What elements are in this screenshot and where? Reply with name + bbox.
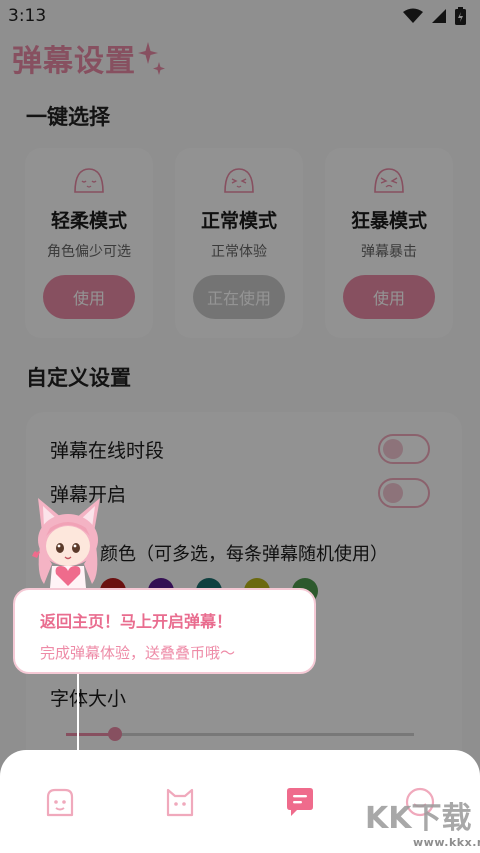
danmaku-chat-icon bbox=[287, 788, 313, 816]
nav-cat[interactable] bbox=[160, 782, 200, 822]
tooltip-title: 返回主页！马上开启弹幕！ bbox=[40, 612, 233, 631]
guide-tooltip[interactable]: 返回主页！马上开启弹幕！ 完成弹幕体验，送叠叠币哦～ bbox=[13, 588, 316, 674]
home-face-icon bbox=[46, 788, 74, 817]
cat-girl-mascot bbox=[32, 498, 100, 588]
watermark: KK下载 www.kkx.net bbox=[363, 796, 480, 850]
settings-page: 3:13 弹幕设置 一键选择 轻柔模式 角色偏少可选 使用 正常模式 正常体验 … bbox=[0, 0, 480, 853]
nav-home[interactable] bbox=[40, 782, 80, 822]
watermark-url: www.kkx.net bbox=[413, 836, 480, 849]
tooltip-subtitle: 完成弹幕体验，送叠叠币哦～ bbox=[40, 644, 236, 662]
svg-text:KK下载: KK下载 bbox=[365, 801, 472, 836]
guide-overlay[interactable] bbox=[0, 0, 480, 853]
cat-icon bbox=[166, 788, 194, 817]
nav-danmaku[interactable] bbox=[280, 782, 320, 822]
watermark-logo: KK下载 bbox=[365, 801, 472, 836]
